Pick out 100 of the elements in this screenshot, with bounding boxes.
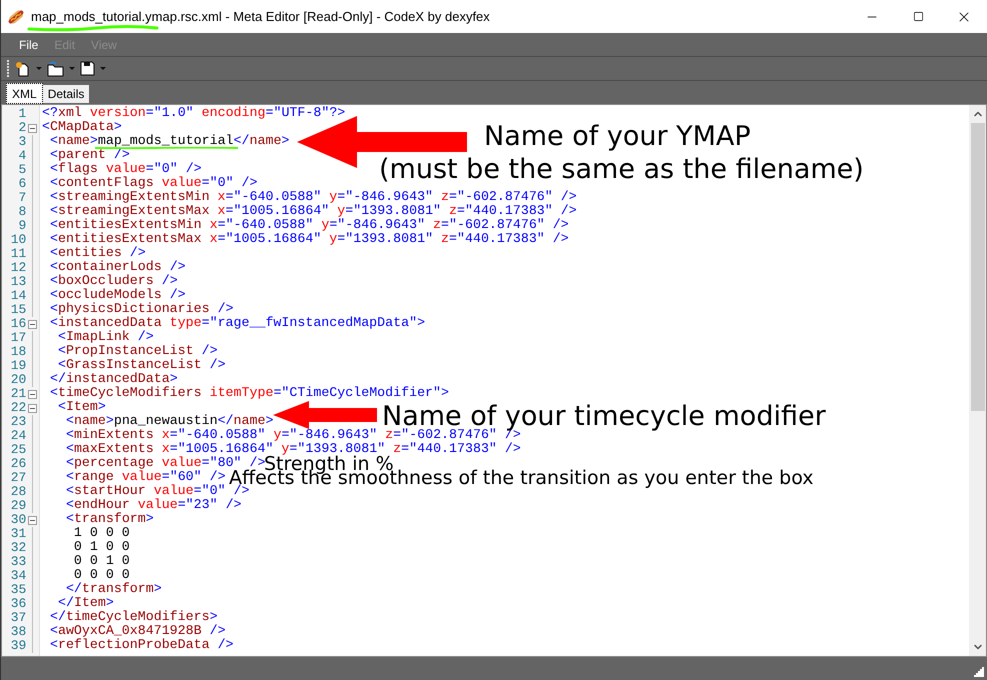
- code-line: <timeCycleModifiers itemType="CTimeCycleModifier">: [48, 387, 449, 399]
- line-number: 35: [10, 583, 26, 597]
- code-line: <parent />: [48, 149, 130, 161]
- code-line: <percentage value="80" />: [64, 457, 266, 469]
- line-number: 24: [10, 429, 26, 443]
- fold-toggle-icon[interactable]: [28, 124, 38, 132]
- line-number: 17: [10, 331, 26, 345]
- code-line: <entities />: [48, 247, 146, 259]
- code-line: <entitiesExtentsMin x="-640.0588" y="-846.9643" z="-602.87476" />: [48, 219, 569, 231]
- line-number: 2: [18, 121, 26, 135]
- line-number: 33: [10, 555, 26, 569]
- line-number: 18: [10, 345, 26, 359]
- line-number: 21: [10, 387, 26, 401]
- caret-icon[interactable]: [100, 66, 106, 70]
- code-line: </Item>: [56, 597, 114, 609]
- line-number: 14: [10, 289, 26, 303]
- code-line: <Item>: [56, 401, 106, 413]
- line-number: 12: [10, 261, 26, 275]
- line-number: 29: [10, 499, 26, 513]
- code-line: <maxExtents x="1005.16864" y="1393.8081" z="440.17383" />: [64, 443, 521, 455]
- tab[interactable]: Details: [42, 85, 90, 103]
- code-line: <?xml version="1.0" encoding="UTF-8"?>: [42, 107, 346, 119]
- code-line: <CMapData>: [42, 121, 122, 133]
- line-number: 19: [10, 359, 26, 373]
- code-line: <ImapLink />: [56, 331, 154, 343]
- line-number: 30: [10, 513, 26, 527]
- line-number: 26: [10, 457, 26, 471]
- code-line: <startHour value="0" />: [64, 485, 250, 497]
- line-number: 28: [10, 485, 26, 499]
- code-line: <transform>: [64, 513, 154, 525]
- code-line: <streamingExtentsMax x="1005.16864" y="1393.8081" z="440.17383" />: [48, 205, 577, 217]
- fold-toggle-icon[interactable]: [28, 404, 38, 412]
- caret-icon[interactable]: [69, 66, 75, 70]
- line-number: 7: [18, 191, 26, 205]
- line-number: 4: [18, 149, 26, 163]
- annotation-text: Strength in %: [264, 456, 394, 472]
- line-number: 36: [10, 597, 26, 611]
- fold-toggle-icon[interactable]: [28, 516, 38, 524]
- line-number: 27: [10, 471, 26, 485]
- code-line: <physicsDictionaries />: [48, 303, 234, 315]
- code-line: <occludeModels />: [48, 289, 186, 301]
- line-number: 32: [10, 541, 26, 555]
- line-number: 6: [18, 177, 26, 191]
- line-number: 22: [10, 401, 26, 415]
- code-line: <streamingExtentsMin x="-640.0588" y="-846.9643" z="-602.87476" />: [48, 191, 577, 203]
- code-line: <flags value="0" />: [48, 163, 202, 175]
- line-number: 8: [18, 205, 26, 219]
- line-number: 13: [10, 275, 26, 289]
- line-number: 5: [18, 163, 26, 177]
- line-number: 16: [10, 317, 26, 331]
- code-line: <awOyxCA_0x8471928B />: [48, 625, 226, 637]
- caret-icon[interactable]: [36, 66, 42, 70]
- code-line: <PropInstanceList />: [56, 345, 218, 357]
- annotation-text: Name of your YMAP: [483, 120, 751, 153]
- line-number: 25: [10, 443, 26, 457]
- line-number: 1: [18, 107, 26, 121]
- code-line: <endHour value="23" />: [64, 499, 242, 511]
- resize-grip-icon[interactable]: [974, 667, 984, 677]
- line-number: 31: [10, 527, 26, 541]
- code-line: <contentFlags value="0" />: [48, 177, 258, 189]
- code-line: <reflectionProbeData />: [48, 639, 234, 651]
- code-line: </instancedData>: [48, 373, 178, 385]
- save-icon[interactable]: [80, 61, 95, 76]
- code-line: 0 0 0 0: [72, 569, 130, 581]
- line-number: 10: [10, 233, 26, 247]
- code-line: <range value="60" />: [64, 471, 226, 483]
- maximize-icon[interactable]: [912, 11, 924, 22]
- code-line: 1 0 0 0: [72, 527, 130, 539]
- annotation-text: (must be the same as the filename): [379, 153, 864, 186]
- code-line: <name>pna_newaustin</name>: [64, 415, 274, 427]
- menu-item[interactable]: File: [12, 36, 46, 54]
- code-line: <containerLods />: [48, 261, 186, 273]
- line-number: 38: [10, 625, 26, 639]
- tab[interactable]: XML: [6, 83, 43, 104]
- scrollbar-thumb[interactable]: [970, 123, 984, 411]
- code-line: <GrassInstanceList />: [56, 359, 226, 371]
- code-line: 0 1 0 0: [72, 541, 130, 553]
- code-line: <boxOccluders />: [48, 275, 178, 287]
- code-line: <instancedData type="rage__fwInstancedMapData">: [48, 317, 426, 329]
- code-line: 0 0 1 0: [72, 555, 130, 567]
- code-line: </transform>: [64, 583, 162, 595]
- vertical-scrollbar[interactable]: [969, 105, 986, 656]
- code-line: <entitiesExtentsMax x="1005.16864" y="1393.8081" z="440.17383" />: [48, 233, 569, 245]
- code-line: <name>map_mods_tutorial</name>: [48, 135, 290, 147]
- line-number: 34: [10, 569, 26, 583]
- toolbar-grip-icon: [7, 60, 10, 78]
- hotdog-icon: [7, 8, 25, 24]
- open-folder-icon[interactable]: [47, 60, 64, 76]
- line-number: 15: [10, 303, 26, 317]
- new-file-icon[interactable]: [15, 60, 31, 76]
- line-number: 3: [18, 135, 26, 149]
- fold-toggle-icon[interactable]: [28, 390, 38, 398]
- window-title: map_mods_tutorial.ymap.rsc.xml - Meta Editor [Read-Only] - CodeX by dexyfex: [31, 8, 490, 26]
- line-number: 37: [10, 611, 26, 625]
- fold-toggle-icon[interactable]: [28, 320, 38, 328]
- line-number: 9: [18, 219, 26, 233]
- line-number: 23: [10, 415, 26, 429]
- code-line: </timeCycleModifiers>: [48, 611, 218, 623]
- line-number: 11: [10, 247, 26, 261]
- line-number: 39: [10, 639, 26, 653]
